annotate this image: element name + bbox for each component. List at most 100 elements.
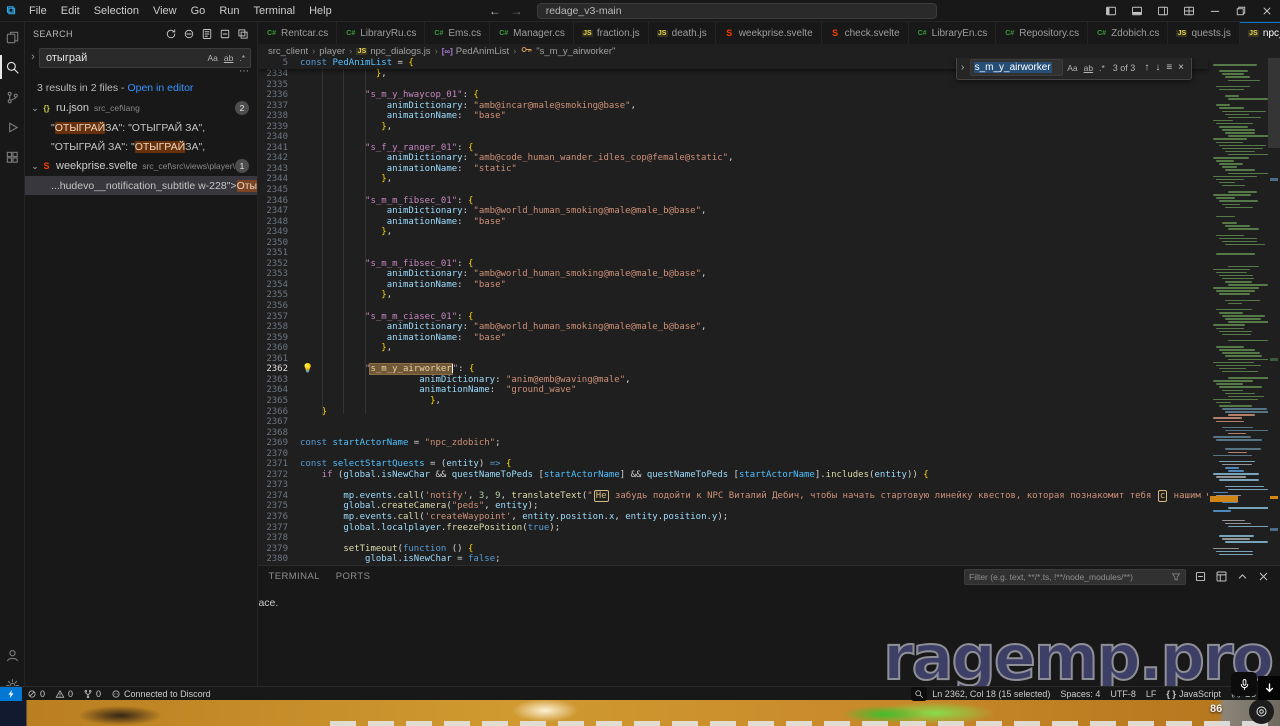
forwarded-ports[interactable]: 0 [78, 687, 106, 701]
code-line[interactable]: 2351 [258, 248, 1208, 259]
activity-account[interactable] [0, 640, 25, 670]
search-result-file[interactable]: ⌄{}ru.jsonsrc_cef\lang2 [25, 98, 257, 118]
find-previous-icon[interactable]: ↑ [1144, 62, 1149, 73]
code-line[interactable]: 2380global.isNewChar = false; [258, 554, 1208, 565]
code-line[interactable]: 2357"s_m_m_ciasec_01": { [258, 312, 1208, 323]
layout-grid-button[interactable] [1176, 0, 1202, 22]
code-line[interactable]: 2364animationName: "ground_wave" [258, 385, 1208, 396]
code-line[interactable]: 2363animDictionary: "anim@emb@waving@mal… [258, 375, 1208, 386]
eol[interactable]: LF [1141, 687, 1162, 701]
menu-help[interactable]: Help [302, 0, 339, 22]
collapse-all-icon[interactable] [219, 28, 231, 40]
problems-filter-input[interactable]: Filter (e.g. text, **/*.ts, !**/node_mod… [964, 569, 1186, 585]
code-line[interactable]: 2353animDictionary: "amb@world_human_smo… [258, 269, 1208, 280]
find-collapse-icon[interactable]: › [961, 62, 970, 73]
encoding[interactable]: UTF-8 [1105, 687, 1141, 701]
code-line[interactable]: 2343animationName: "static" [258, 164, 1208, 175]
find-whole-word-icon[interactable]: ab [1082, 62, 1095, 74]
nav-forward-icon[interactable]: → [511, 4, 523, 18]
code-line[interactable]: 2369const startActorName = "npc_zdobich"… [258, 438, 1208, 449]
tab-LibraryRu.cs[interactable]: C#LibraryRu.cs [337, 22, 425, 44]
code-line[interactable]: 2362"s_m_y_airworker": { [258, 364, 1208, 375]
search-input[interactable]: отыграй Aa ab .* [39, 48, 251, 68]
scrollbar[interactable] [1268, 58, 1280, 565]
find-regex-icon[interactable]: .* [1097, 62, 1107, 74]
breadcrumb-item[interactable]: [∞]PedAnimList [442, 46, 509, 57]
close-icon[interactable] [1257, 570, 1270, 583]
code-line[interactable]: 2367 [258, 417, 1208, 428]
cursor-position[interactable]: Ln 2362, Col 18 (15 selected) [927, 687, 1055, 701]
search-result-file[interactable]: ⌄Sweekprise.sveltesrc_cef\src\views\play… [25, 156, 257, 176]
view-as-table-icon[interactable] [1215, 570, 1228, 583]
code-line[interactable]: 2345 [258, 185, 1208, 196]
panel-tab-terminal[interactable]: TERMINAL [269, 566, 320, 587]
code-line[interactable]: 2360}, [258, 343, 1208, 354]
search-match-row[interactable]: "ОТЫГРАЙ ЗА": "ОТЫГРАЙ ЗА", [25, 137, 257, 156]
minimize-button[interactable] [1202, 0, 1228, 22]
code-line[interactable]: 2339}, [258, 122, 1208, 133]
breadcrumb-item[interactable]: JSnpc_dialogs.js [356, 46, 430, 57]
code-line[interactable]: 2355}, [258, 290, 1208, 301]
lightbulb-icon[interactable]: 💡 [302, 363, 313, 374]
collapse-all-icon[interactable] [1194, 570, 1207, 583]
find-match-case-icon[interactable]: Aa [1065, 62, 1079, 74]
errors-status[interactable]: 0 [22, 687, 50, 701]
code-line[interactable]: 2352"s_m_m_fibsec_01": { [258, 259, 1208, 270]
activity-source-control[interactable] [0, 82, 25, 112]
code-line[interactable]: 2375global.createCamera("peds", entity); [258, 501, 1208, 512]
menu-terminal[interactable]: Terminal [247, 0, 303, 22]
remote-indicator[interactable] [0, 687, 22, 701]
code-line[interactable]: 2338animationName: "base" [258, 111, 1208, 122]
activity-run-debug[interactable] [0, 112, 25, 142]
code-line[interactable]: 2344}, [258, 174, 1208, 185]
menu-selection[interactable]: Selection [87, 0, 146, 22]
nav-back-icon[interactable]: ← [489, 4, 501, 18]
menu-view[interactable]: View [146, 0, 184, 22]
tab-weekprise.svelte[interactable]: Sweekprise.svelte [716, 22, 822, 44]
warnings-status[interactable]: 0 [50, 687, 78, 701]
command-center[interactable]: redage_v3-main [537, 3, 937, 19]
clear-results-icon[interactable] [183, 28, 195, 40]
menu-run[interactable]: Run [212, 0, 246, 22]
breadcrumb-item[interactable]: "s_m_y_airworker" [520, 43, 615, 59]
tab-quests.js[interactable]: JSquests.js [1168, 22, 1239, 44]
tab-Ems.cs[interactable]: C#Ems.cs [425, 22, 490, 44]
code-line[interactable]: 2370 [258, 449, 1208, 460]
code-line[interactable]: 2337animDictionary: "amb@incar@male@smok… [258, 101, 1208, 112]
layout-right-button[interactable] [1150, 0, 1176, 22]
toggle-replace-icon[interactable]: › [27, 48, 39, 63]
tab-death.js[interactable]: JSdeath.js [649, 22, 716, 44]
minimap[interactable] [1208, 58, 1268, 565]
search-match-row[interactable]: ...hudevo__notification_subtitle w-228">… [25, 176, 257, 195]
open-in-editor-link[interactable]: Open in editor [127, 82, 193, 94]
code-line[interactable]: 2376mp.events.call('createWaypoint', ent… [258, 512, 1208, 523]
open-editor-icon[interactable] [237, 28, 249, 40]
code-line[interactable]: 2336"s_m_y_hwaycop_01": { [258, 90, 1208, 101]
chevron-up-icon[interactable] [1236, 570, 1249, 583]
tab-LibraryEn.cs[interactable]: C#LibraryEn.cs [909, 22, 997, 44]
code-line[interactable]: 2340 [258, 132, 1208, 143]
tab-Repository.cs[interactable]: C#Repository.cs [996, 22, 1088, 44]
panel-tab-ports[interactable]: PORTS [336, 566, 371, 587]
code-line[interactable]: 2335 [258, 80, 1208, 91]
tab-check.svelte[interactable]: Scheck.svelte [822, 22, 909, 44]
find-in-selection-icon[interactable]: ≡ [1166, 62, 1172, 73]
code-line[interactable]: 2342animDictionary: "amb@code_human_wand… [258, 153, 1208, 164]
close-button[interactable] [1254, 0, 1280, 22]
code-line[interactable]: 2346"s_m_m_fibsec_01": { [258, 196, 1208, 207]
tab-Rentcar.cs[interactable]: C#Rentcar.cs [258, 22, 337, 44]
find-input[interactable]: s_m_y_airworker [970, 59, 1064, 76]
regex-icon[interactable]: .* [237, 52, 247, 64]
tab-fraction.js[interactable]: JSfraction.js [574, 22, 649, 44]
code-line[interactable]: 2358animDictionary: "amb@world_human_smo… [258, 322, 1208, 333]
code-line[interactable]: 2368 [258, 428, 1208, 439]
menu-file[interactable]: File [22, 0, 54, 22]
new-search-editor-icon[interactable] [201, 28, 213, 40]
match-case-icon[interactable]: Aa [205, 52, 219, 64]
code-line[interactable]: 2359animationName: "base" [258, 333, 1208, 344]
code-line[interactable]: 2341"s_f_y_ranger_01": { [258, 143, 1208, 154]
layout-bottom-button[interactable] [1124, 0, 1150, 22]
code-line[interactable]: 2377global.localplayer.freezePosition(tr… [258, 523, 1208, 534]
code-line[interactable]: 2348animationName: "base" [258, 217, 1208, 228]
zoom-overlay[interactable] [911, 687, 927, 701]
